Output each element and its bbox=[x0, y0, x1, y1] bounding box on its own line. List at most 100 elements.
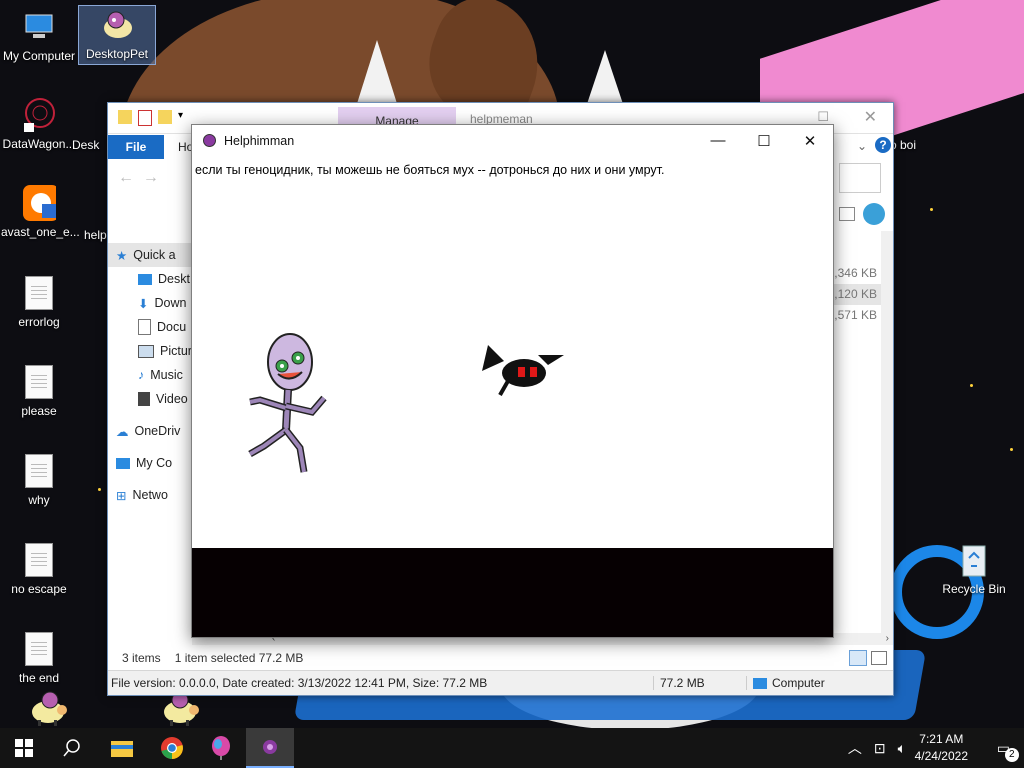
notification-icon: ▭ 2 bbox=[997, 740, 1019, 762]
start-button[interactable] bbox=[0, 728, 48, 768]
desktop-icon-avast[interactable]: avast_one_e... bbox=[1, 184, 80, 239]
text-file-icon bbox=[22, 630, 56, 668]
nav-item-network[interactable]: ⊞ Netwo bbox=[108, 483, 192, 507]
back-forward-arrows[interactable]: ← → bbox=[118, 169, 159, 187]
desktop-icon-no-escape[interactable]: no escape bbox=[1, 541, 77, 596]
sheep-pet[interactable] bbox=[28, 690, 70, 728]
view-icon[interactable] bbox=[839, 207, 855, 221]
desktop-icon-my-computer[interactable]: My Computer bbox=[1, 8, 77, 63]
folder-icon[interactable] bbox=[118, 110, 132, 124]
desktop-icon-label: help bbox=[84, 228, 107, 242]
nav-item-music[interactable]: ♪ Music bbox=[108, 363, 192, 387]
nav-label: Quick a bbox=[133, 248, 176, 262]
chevron-down-icon[interactable]: ⌄ bbox=[857, 139, 867, 153]
system-tray: ︿ ⊡ 🔈︎ bbox=[848, 728, 906, 768]
text-file-icon bbox=[22, 274, 56, 312]
desktop-icon-why[interactable]: why bbox=[1, 452, 77, 507]
help-icon[interactable]: ? bbox=[875, 137, 891, 153]
text-file-icon bbox=[22, 541, 56, 579]
tab-file[interactable]: File bbox=[108, 135, 164, 159]
close-button[interactable]: ✕ bbox=[787, 125, 833, 156]
desktop: My Computer DesktopPet DataWagon... avas… bbox=[0, 0, 1024, 728]
minimize-button[interactable]: ― bbox=[695, 125, 741, 156]
game-window[interactable]: Helphimman ― ☐ ✕ если ты геноцидник, ты … bbox=[191, 124, 834, 638]
search-icon bbox=[63, 739, 80, 757]
nav-label: Video bbox=[156, 392, 188, 406]
taskbar-helphimman[interactable] bbox=[246, 728, 294, 768]
desktop-icon-label: avast_one_e... bbox=[1, 225, 80, 239]
maximize-button[interactable]: ☐ bbox=[741, 125, 787, 156]
clock[interactable]: 7:21 AM 4/24/2022 bbox=[915, 731, 968, 765]
nav-item-pictures[interactable]: Pictur bbox=[108, 339, 192, 363]
location-info: Computer bbox=[746, 676, 825, 690]
file-size: 1,346 KB bbox=[827, 266, 877, 280]
game-title: Helphimman bbox=[224, 133, 295, 148]
desktop-icon-label: My Computer bbox=[2, 49, 76, 63]
nav-item-quick-access[interactable]: ★ Quick a bbox=[108, 243, 192, 267]
desktop-icon-o-boi[interactable]: o boi bbox=[890, 138, 930, 152]
fly-enemy[interactable] bbox=[478, 341, 568, 404]
desktop-icon-label: why bbox=[28, 493, 50, 507]
properties-icon[interactable] bbox=[138, 110, 152, 126]
search-input[interactable] bbox=[839, 163, 881, 193]
chevron-down-icon[interactable]: ▾ bbox=[178, 110, 183, 126]
desktop-icon-errorlog[interactable]: errorlog bbox=[1, 274, 77, 329]
maximize-icon: ☐ bbox=[757, 132, 771, 150]
computer-icon bbox=[22, 8, 56, 46]
cloud-icon: ☁ bbox=[116, 424, 129, 439]
file-details: File version: 0.0.0.0, Date created: 3/1… bbox=[111, 676, 488, 690]
volume-icon[interactable]: 🔈︎ bbox=[898, 740, 906, 757]
wallpaper-shape bbox=[355, 40, 399, 110]
text-file-icon bbox=[22, 452, 56, 490]
desktop-icon-datawagon[interactable]: DataWagon... bbox=[1, 96, 77, 151]
sheep-icon bbox=[100, 6, 134, 44]
game-titlebar[interactable]: Helphimman ― ☐ ✕ bbox=[192, 125, 833, 156]
chevron-right-icon[interactable]: › bbox=[886, 633, 889, 645]
nav-item-onedrive[interactable]: ☁ OneDriv bbox=[108, 419, 192, 443]
taskbar-app[interactable] bbox=[197, 728, 245, 768]
nav-item-desktop[interactable]: Deskt bbox=[108, 267, 192, 291]
search-button[interactable] bbox=[48, 728, 96, 768]
windows-icon bbox=[15, 739, 33, 757]
computer-icon bbox=[116, 457, 130, 469]
chevron-up-icon[interactable]: ︿ bbox=[848, 738, 862, 758]
app-icon bbox=[203, 134, 216, 147]
taskbar-chrome[interactable] bbox=[148, 728, 196, 768]
wallpaper-star bbox=[930, 208, 933, 211]
game-floor bbox=[192, 548, 833, 637]
desktop-icon-desktoppet[interactable]: DesktopPet bbox=[78, 5, 156, 65]
nav-item-my-computer[interactable]: My Co bbox=[108, 451, 192, 475]
balloon-icon bbox=[212, 736, 230, 760]
desktop-icon-desk[interactable]: Desk bbox=[72, 138, 112, 152]
notification-button[interactable]: ▭ 2 bbox=[997, 728, 1019, 768]
nav-label: Pictur bbox=[160, 344, 192, 358]
nav-label: OneDriv bbox=[134, 424, 181, 438]
nav-label: My Co bbox=[136, 456, 173, 470]
file-size: 0,571 KB bbox=[827, 308, 877, 322]
details-view-icon[interactable] bbox=[849, 650, 867, 666]
desktop-icon-please[interactable]: please bbox=[1, 363, 77, 418]
nav-item-documents[interactable]: Docu bbox=[108, 315, 192, 339]
taskbar-explorer[interactable] bbox=[98, 728, 146, 768]
new-folder-icon[interactable] bbox=[158, 110, 172, 124]
picture-icon bbox=[138, 344, 154, 358]
network-icon[interactable]: ⊡ bbox=[874, 740, 886, 757]
video-icon bbox=[138, 392, 150, 406]
wallpaper-shape bbox=[585, 50, 625, 110]
document-icon bbox=[138, 319, 151, 335]
nav-item-videos[interactable]: Video bbox=[108, 387, 192, 411]
large-icons-view-icon[interactable] bbox=[871, 651, 887, 665]
computer-icon bbox=[753, 677, 767, 689]
nav-label: Music bbox=[150, 368, 183, 382]
close-icon[interactable]: ✕ bbox=[864, 107, 877, 127]
shell-icon[interactable] bbox=[863, 203, 885, 225]
player-character[interactable] bbox=[242, 330, 332, 483]
clock-time: 7:21 AM bbox=[919, 732, 964, 746]
vertical-scrollbar[interactable] bbox=[881, 231, 893, 637]
desktop-icon-recycle-bin[interactable]: Recycle Bin bbox=[936, 541, 1012, 596]
nav-item-downloads[interactable]: ⬇ Down bbox=[108, 291, 192, 315]
navigation-pane: ★ Quick a Deskt ⬇ Down Docu Pictur ♪ Mus… bbox=[108, 243, 192, 507]
nav-label: Deskt bbox=[158, 272, 190, 286]
maximize-icon[interactable]: ☐ bbox=[817, 109, 829, 125]
desktop-icon-the-end[interactable]: the end bbox=[1, 630, 77, 685]
